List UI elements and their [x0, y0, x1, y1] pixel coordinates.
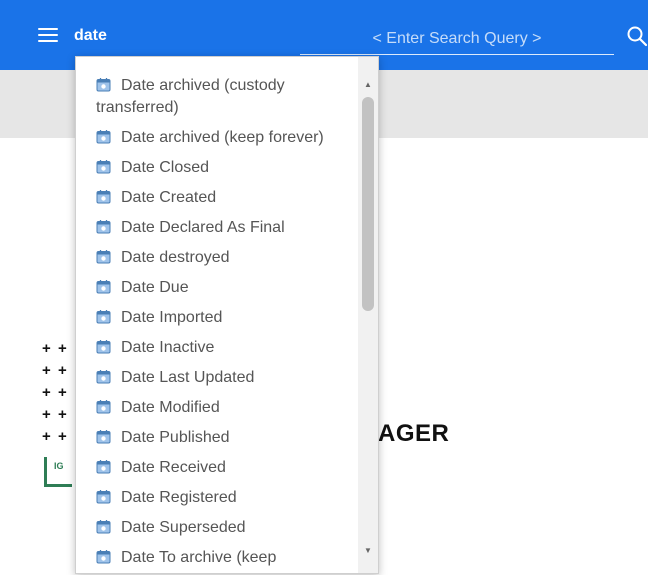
calendar-icon: [96, 429, 111, 444]
calendar-icon: [96, 549, 111, 564]
dropdown-item[interactable]: Date destroyed: [76, 247, 358, 269]
dropdown-item[interactable]: Date archived (custody transferred): [76, 75, 358, 119]
dropdown-item-label: Date Received: [121, 459, 226, 476]
dropdown-item[interactable]: Date Received: [76, 457, 358, 479]
scroll-up-arrow-icon[interactable]: ▲: [358, 77, 378, 93]
calendar-icon: [96, 489, 111, 504]
dropdown-item[interactable]: Date Imported: [76, 307, 358, 329]
search-query-text: date: [74, 27, 107, 44]
brand-title: AGER: [378, 420, 450, 447]
dropdown-item-label: Date Published: [121, 429, 230, 446]
dropdown-item[interactable]: Date Last Updated: [76, 367, 358, 389]
dropdown-item-label: Date Due: [121, 279, 189, 296]
dropdown-item-label: Date Superseded: [121, 519, 246, 536]
dropdown-item[interactable]: Date Modified: [76, 397, 358, 419]
scroll-thumb[interactable]: [362, 97, 374, 311]
calendar-icon: [96, 279, 111, 294]
dropdown-item-label: Date Registered: [121, 489, 237, 506]
dropdown-item-label: Date archived (keep forever): [121, 129, 324, 146]
dropdown-item[interactable]: Date Created: [76, 187, 358, 209]
dropdown-item-label: Date destroyed: [121, 249, 230, 266]
dropdown-item[interactable]: Date Inactive: [76, 337, 358, 359]
dropdown-item-label: Date Imported: [121, 309, 223, 326]
search-input[interactable]: [300, 26, 614, 52]
dropdown-item-label: Date Declared As Final: [121, 219, 285, 236]
dropdown-scrollbar[interactable]: ▲ ▼: [358, 57, 378, 573]
search-field-dropdown[interactable]: Date archived (custody transferred) Date …: [75, 56, 379, 574]
dropdown-item[interactable]: Date archived (keep forever): [76, 127, 358, 149]
dropdown-item[interactable]: Date Superseded: [76, 517, 358, 539]
hamburger-menu-icon[interactable]: [38, 28, 58, 42]
calendar-icon: [96, 249, 111, 264]
scroll-down-arrow-icon[interactable]: ▼: [358, 543, 378, 559]
dropdown-item[interactable]: Date To archive (keep: [76, 547, 358, 569]
dropdown-item[interactable]: Date Declared As Final: [76, 217, 358, 239]
calendar-icon: [96, 459, 111, 474]
dropdown-list: Date archived (custody transferred) Date …: [76, 57, 358, 573]
calendar-icon: [96, 129, 111, 144]
dropdown-item[interactable]: Date Closed: [76, 157, 358, 179]
dropdown-item-label: Date archived (custody transferred): [96, 77, 285, 116]
dropdown-item[interactable]: Date Published: [76, 427, 358, 449]
brand-logo-pattern: + + + + + + + + + +: [42, 340, 67, 445]
dropdown-item-label: Date Modified: [121, 399, 220, 416]
calendar-icon: [96, 159, 111, 174]
dropdown-item-label: Date To archive (keep: [121, 549, 277, 566]
calendar-icon: [96, 219, 111, 234]
calendar-icon: [96, 339, 111, 354]
dropdown-item[interactable]: Date Due: [76, 277, 358, 299]
search-field[interactable]: [300, 26, 614, 55]
dropdown-item-label: Date Last Updated: [121, 369, 255, 386]
dropdown-item-label: Date Closed: [121, 159, 210, 176]
calendar-icon: [96, 369, 111, 384]
calendar-icon: [96, 399, 111, 414]
calendar-icon: [96, 77, 111, 92]
dropdown-item-label: Date Created: [121, 189, 217, 206]
calendar-icon: [96, 519, 111, 534]
calendar-icon: [96, 309, 111, 324]
search-icon[interactable]: [626, 25, 648, 47]
calendar-icon: [96, 189, 111, 204]
dropdown-item-label: Date Inactive: [121, 339, 215, 356]
dropdown-item[interactable]: Date Registered: [76, 487, 358, 509]
ig-logo: IG: [44, 457, 72, 487]
